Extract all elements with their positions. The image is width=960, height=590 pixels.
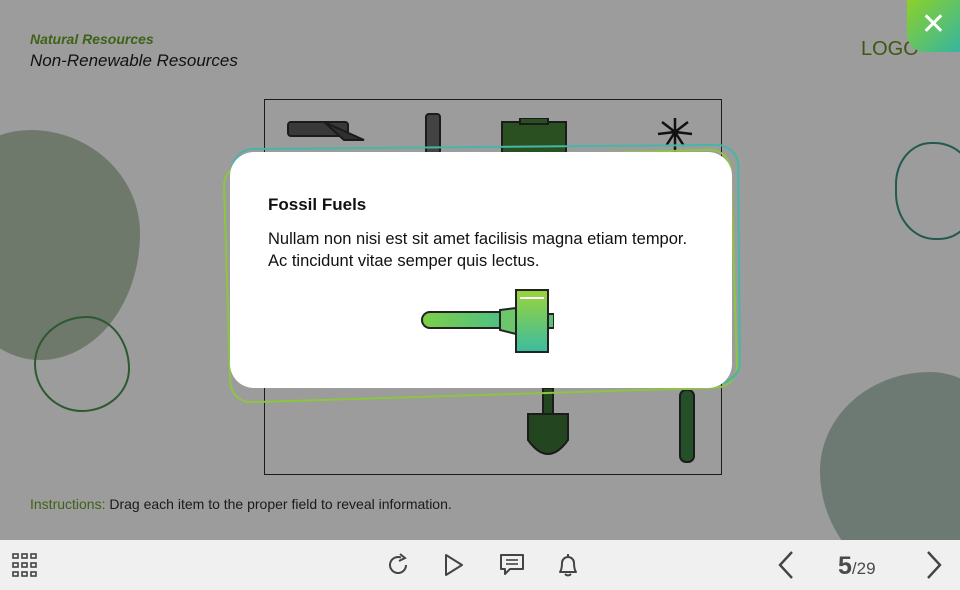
popup-card: Fossil Fuels Nullam non nisi est sit ame…	[230, 152, 732, 388]
info-popup: Fossil Fuels Nullam non nisi est sit ame…	[222, 143, 742, 404]
grid-menu-icon[interactable]	[12, 553, 38, 577]
total-pages: /29	[851, 559, 876, 578]
current-page: 5	[838, 552, 852, 580]
fuel-pump-icon	[421, 289, 554, 353]
chevron-left-icon[interactable]	[776, 550, 796, 580]
close-icon: ✕	[920, 8, 947, 41]
transcript-icon[interactable]	[499, 553, 525, 577]
play-icon[interactable]	[443, 553, 465, 577]
page-counter: 5/29	[838, 552, 876, 581]
player-toolbar	[0, 540, 960, 590]
popup-body: Nullam non nisi est sit amet facilisis m…	[268, 230, 688, 270]
chevron-right-icon[interactable]	[924, 550, 944, 580]
bell-icon[interactable]	[556, 552, 580, 578]
close-button[interactable]: ✕	[907, 0, 960, 52]
popup-title: Fossil Fuels	[268, 195, 367, 214]
replay-icon[interactable]	[386, 553, 410, 577]
